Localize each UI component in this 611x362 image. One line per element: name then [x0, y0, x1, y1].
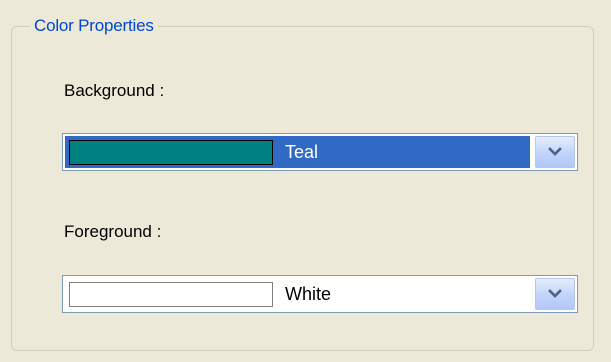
background-color-swatch: [69, 140, 273, 165]
foreground-color-swatch: [69, 282, 273, 307]
groupbox-title: Color Properties: [30, 15, 158, 37]
background-combobox-value[interactable]: Teal: [65, 136, 530, 168]
foreground-label: Foreground :: [64, 222, 162, 241]
chevron-down-icon: [548, 147, 562, 156]
background-label: Background :: [64, 81, 165, 100]
background-dropdown-button[interactable]: [535, 136, 575, 168]
background-color-name: Teal: [285, 142, 319, 162]
foreground-combobox-value[interactable]: White: [65, 278, 530, 310]
chevron-down-icon: [548, 289, 562, 298]
background-color-combobox[interactable]: Teal: [62, 133, 578, 171]
foreground-color-name: White: [285, 284, 332, 304]
foreground-color-combobox[interactable]: White: [62, 275, 578, 313]
foreground-dropdown-button[interactable]: [535, 278, 575, 310]
color-properties-panel: Color Properties Background : Teal Foreg…: [0, 0, 611, 362]
